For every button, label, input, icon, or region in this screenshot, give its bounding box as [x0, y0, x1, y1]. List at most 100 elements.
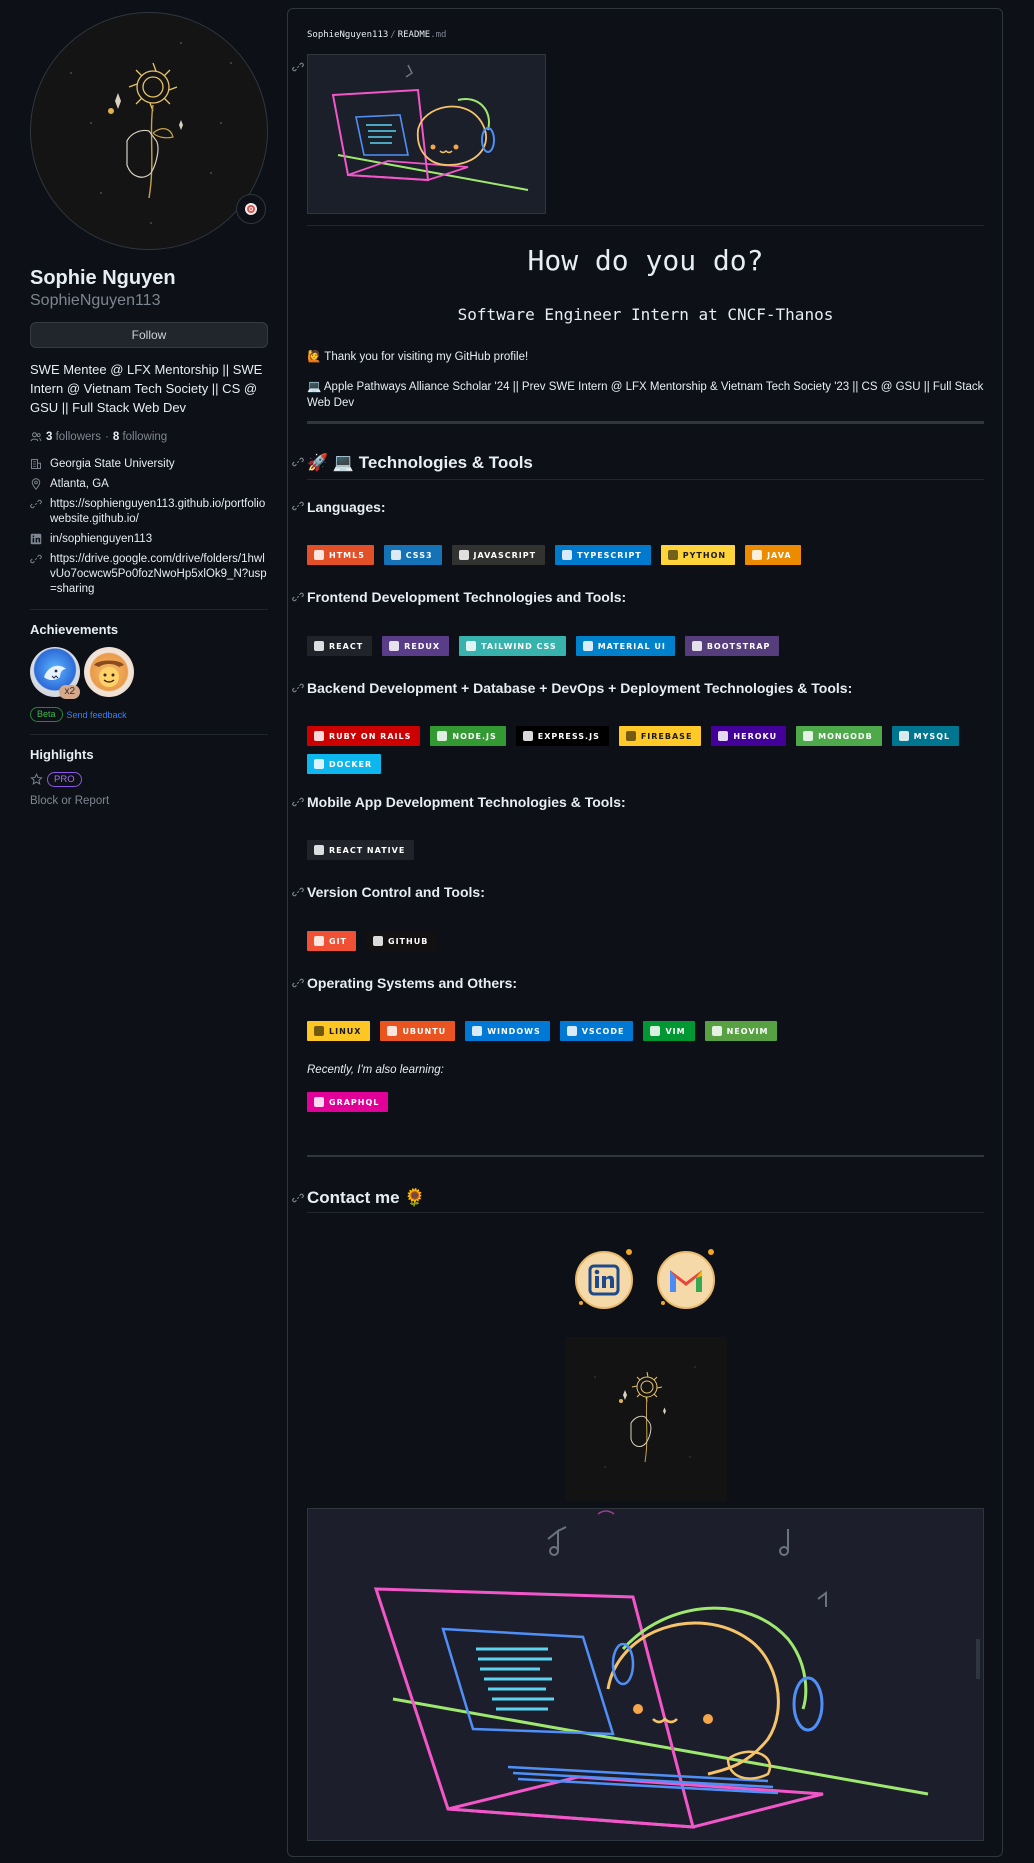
anchor-link-icon[interactable]	[292, 886, 304, 901]
followers-link[interactable]: 3 followers	[46, 431, 101, 443]
target-icon	[245, 203, 257, 215]
neovim-icon	[711, 1026, 722, 1036]
github-icon	[373, 936, 383, 946]
badge-label: EXPRESS.JS	[537, 731, 600, 741]
badge-label: TAILWIND CSS	[481, 641, 557, 651]
tailwind-css-icon	[466, 641, 477, 651]
achievement-count: x2	[59, 685, 80, 699]
learning-badges: GRAPHQL	[307, 1092, 984, 1112]
vscode-badge: VSCODE	[559, 1021, 634, 1041]
java-icon	[752, 550, 763, 560]
sunflower-hand-illustration	[70, 42, 232, 224]
profile-details: Georgia State University Atlanta, GA htt…	[30, 457, 268, 597]
anchor-link-icon[interactable]	[292, 796, 304, 811]
neovim-badge: NEOVIM	[704, 1021, 778, 1041]
gmail-contact-button[interactable]	[653, 1245, 719, 1311]
mobile-badges: REACT NATIVE	[307, 840, 984, 860]
link-icon	[30, 552, 42, 566]
vim-badge: VIM	[643, 1021, 695, 1041]
github-badge: GITHUB	[366, 931, 438, 951]
coding-cat-illustration	[331, 64, 529, 191]
badge-label: CSS3	[405, 550, 433, 560]
docker-icon	[314, 759, 324, 769]
anchor-link-icon[interactable]	[292, 682, 304, 697]
avatar[interactable]	[30, 12, 268, 250]
detail-text: Georgia State University	[50, 458, 175, 470]
typescript-icon	[562, 550, 573, 560]
following-label: following	[122, 431, 168, 443]
divider	[307, 479, 984, 480]
send-feedback-link[interactable]: Send feedback	[67, 710, 127, 720]
avatar-container	[30, 12, 268, 250]
detail-drive[interactable]: https://drive.google.com/drive/folders/1…	[30, 552, 268, 597]
vscode-icon	[566, 1026, 577, 1036]
badge-label: DOCKER	[329, 759, 373, 769]
linkedin-icon	[575, 1249, 633, 1309]
anchor-link-icon[interactable]	[292, 977, 304, 992]
html5-icon	[314, 550, 324, 560]
status-emoji[interactable]	[236, 194, 266, 224]
vcs-heading: Version Control and Tools:	[307, 884, 485, 900]
redux-badge: REDUX	[382, 636, 450, 656]
coding-cat-illustration	[373, 1510, 980, 1829]
achievements-title[interactable]: Achievements	[30, 622, 268, 637]
divider	[30, 734, 268, 735]
profile-bio: SWE Mentee @ LFX Mentorship || SWE Inter…	[30, 362, 263, 415]
linux-icon	[314, 1026, 324, 1036]
linux-badge: LINUX	[307, 1021, 371, 1041]
readme-subtitle: Software Engineer Intern at CNCF-Thanos	[457, 305, 834, 324]
follow-button[interactable]: Follow	[30, 322, 268, 348]
block-or-report-link[interactable]: Block or Report	[30, 795, 268, 807]
readme-title: How do you do?	[527, 244, 764, 277]
mongodb-icon	[803, 731, 814, 741]
frontend-badges: REACT REDUX TAILWIND CSS MATERIAL UI BOOTSTR…	[307, 636, 984, 656]
anchor-link-icon[interactable]	[292, 500, 304, 515]
node-js-badge: NODE.JS	[430, 726, 506, 746]
badge-label: NODE.JS	[452, 731, 497, 741]
backend-heading: Backend Development + Database + DevOps …	[307, 680, 853, 696]
badge-label: MATERIAL UI	[597, 641, 666, 651]
detail-linkedin[interactable]: in/sophienguyen113	[30, 532, 268, 547]
anchor-link-icon[interactable]	[292, 591, 304, 606]
profile-sidebar: Sophie Nguyen SophieNguyen113 Follow SWE…	[30, 12, 268, 807]
graphql-badge: GRAPHQL	[307, 1092, 389, 1112]
detail-organization: Georgia State University	[30, 457, 268, 472]
anchor-link-icon[interactable]	[292, 61, 304, 76]
os-badges: LINUX UBUNTU WINDOWS VSCODE VIM NEOVIM	[307, 1021, 984, 1041]
detail-text: Atlanta, GA	[50, 478, 109, 490]
linkedin-contact-button[interactable]	[571, 1245, 637, 1311]
badge-label: REDUX	[404, 641, 441, 651]
detail-website[interactable]: https://sophienguyen113.github.io/portfo…	[30, 497, 268, 527]
greeting-text: 🙋 Thank you for visiting my GitHub profi…	[307, 351, 529, 363]
following-link[interactable]: 8 following	[113, 431, 167, 443]
breadcrumb-separator: /	[390, 30, 396, 40]
linkedin-link[interactable]: in/sophienguyen113	[50, 532, 152, 547]
badge-label: REACT NATIVE	[329, 845, 406, 855]
badge-label: LINUX	[329, 1026, 362, 1036]
express-js-icon	[522, 731, 533, 741]
git-icon	[314, 936, 324, 946]
badge-label: JAVASCRIPT	[473, 550, 537, 560]
readme-panel: SophieNguyen113/README.md How do you do?…	[287, 8, 1003, 1857]
sunflower-image	[565, 1337, 727, 1501]
badge-label: HEROKU	[733, 731, 778, 741]
breadcrumb-file[interactable]: README	[398, 30, 431, 40]
website-link[interactable]: https://sophienguyen113.github.io/portfo…	[50, 497, 268, 527]
badge-label: PYTHON	[682, 550, 727, 560]
anchor-link-icon[interactable]	[292, 1192, 304, 1207]
languages-heading: Languages:	[307, 499, 386, 515]
drive-link[interactable]: https://drive.google.com/drive/folders/1…	[50, 552, 268, 597]
follow-stats: 3 followers · 8 following	[30, 431, 268, 443]
link-icon	[30, 497, 42, 511]
material-ui-icon	[582, 641, 593, 651]
profile-username: SophieNguyen113	[30, 292, 161, 309]
thick-divider	[307, 421, 984, 424]
cowboy-icon	[94, 660, 124, 687]
achievement-yolo[interactable]	[84, 647, 134, 697]
achievement-pull-shark[interactable]: x2	[30, 647, 80, 699]
anchor-link-icon[interactable]	[292, 456, 304, 471]
breadcrumb-user[interactable]: SophieNguyen113	[307, 30, 388, 40]
css3-badge: CSS3	[383, 545, 442, 565]
badge-label: GIT	[329, 936, 347, 946]
mysql-badge: MYSQL	[891, 726, 960, 746]
